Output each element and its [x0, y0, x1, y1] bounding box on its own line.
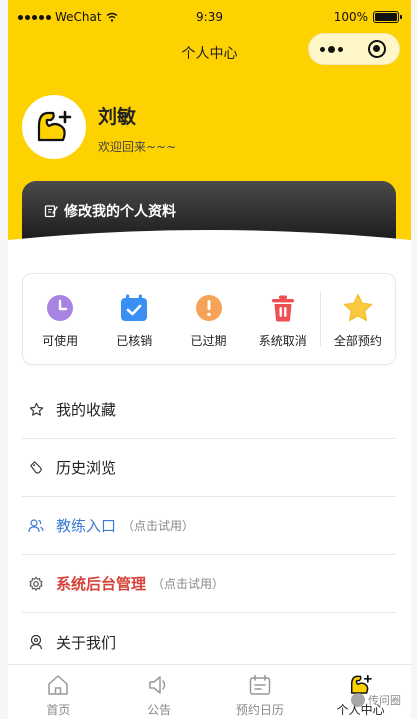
target-icon — [367, 40, 386, 58]
status-label: 全部预约 — [333, 334, 382, 348]
header-wave — [8, 230, 411, 266]
edit-profile-label: 修改我的个人资料 — [64, 204, 176, 220]
more-button[interactable] — [309, 34, 354, 64]
status-right: 100% — [333, 10, 402, 24]
star-icon — [343, 294, 373, 321]
tab-label: 预约日历 — [235, 703, 284, 717]
watermark-text: 传问圈 — [368, 694, 401, 707]
gear-icon — [29, 576, 43, 591]
menu-label: 关于我们 — [56, 633, 117, 652]
more-dot-icon — [338, 46, 343, 52]
phone-screen: WeChat 9:39 100% 个人中心 刘敏 欢迎回来~~~ 修改我的个人资… — [8, 0, 411, 719]
menu-label: 我的收藏 — [56, 401, 117, 419]
menu-list: 我的收藏 历史浏览 教练入口 （点击试用） 系统后台管理 （点击试用） 关于我们 — [22, 381, 396, 671]
edit-icon — [44, 205, 58, 218]
status-label: 可使用 — [42, 334, 79, 348]
home-icon — [48, 675, 69, 695]
miniprogram-capsule — [308, 33, 400, 65]
tab-label: 首页 — [46, 703, 71, 717]
status-label: 已核销 — [116, 334, 153, 348]
menu-item-about[interactable]: 关于我们 — [22, 613, 396, 671]
about-icon — [29, 634, 43, 650]
battery-icon — [373, 11, 402, 23]
calendar-check-icon — [121, 294, 148, 321]
user-name: 刘敏 — [98, 106, 137, 128]
alert-icon — [195, 295, 222, 321]
menu-label: 教练入口 — [56, 517, 117, 535]
tag-icon — [29, 461, 42, 474]
menu-item-coach-entry[interactable]: 教练入口 （点击试用） — [22, 497, 396, 555]
booking-status-card: 可使用 已核销 已过期 系统取消 全部预约 — [22, 273, 396, 365]
status-cancelled-button[interactable]: 系统取消 — [246, 274, 320, 364]
tab-home[interactable]: 首页 — [8, 665, 109, 719]
tab-announcement[interactable]: 公告 — [109, 665, 210, 719]
users-icon — [28, 519, 44, 533]
welcome-text: 欢迎回来~~~ — [98, 140, 177, 154]
status-expired-button[interactable]: 已过期 — [171, 274, 245, 364]
menu-hint: （点击试用） — [122, 519, 195, 533]
watermark: 传问圈 — [351, 692, 401, 708]
menu-item-admin[interactable]: 系统后台管理 （点击试用） — [22, 555, 396, 613]
status-all-button[interactable]: 全部预约 — [321, 274, 395, 364]
status-bar: WeChat 9:39 100% — [8, 8, 411, 28]
calendar-icon — [249, 674, 271, 695]
more-dot-icon — [320, 46, 325, 52]
tab-calendar[interactable]: 预约日历 — [210, 665, 311, 719]
battery-percent: 100% — [333, 10, 368, 24]
menu-item-history[interactable]: 历史浏览 — [22, 439, 396, 497]
avatar[interactable] — [22, 95, 86, 159]
star-outline-icon — [29, 402, 43, 416]
menu-label: 系统后台管理 — [56, 575, 147, 593]
watermark-logo-icon — [351, 693, 365, 707]
trash-icon — [271, 295, 294, 322]
menu-label: 历史浏览 — [56, 459, 117, 477]
status-label: 系统取消 — [258, 334, 307, 348]
status-label: 已过期 — [190, 334, 227, 348]
status-verified-button[interactable]: 已核销 — [97, 274, 171, 364]
status-available-button[interactable]: 可使用 — [23, 274, 97, 364]
more-dot-icon — [328, 45, 335, 53]
menu-hint: （点击试用） — [152, 577, 225, 591]
speaker-icon — [149, 676, 166, 694]
tab-label: 公告 — [147, 703, 172, 717]
close-miniprogram-button[interactable] — [354, 34, 399, 64]
menu-item-favorites[interactable]: 我的收藏 — [22, 381, 396, 439]
clock-icon — [47, 295, 74, 321]
muscle-icon — [37, 110, 72, 142]
